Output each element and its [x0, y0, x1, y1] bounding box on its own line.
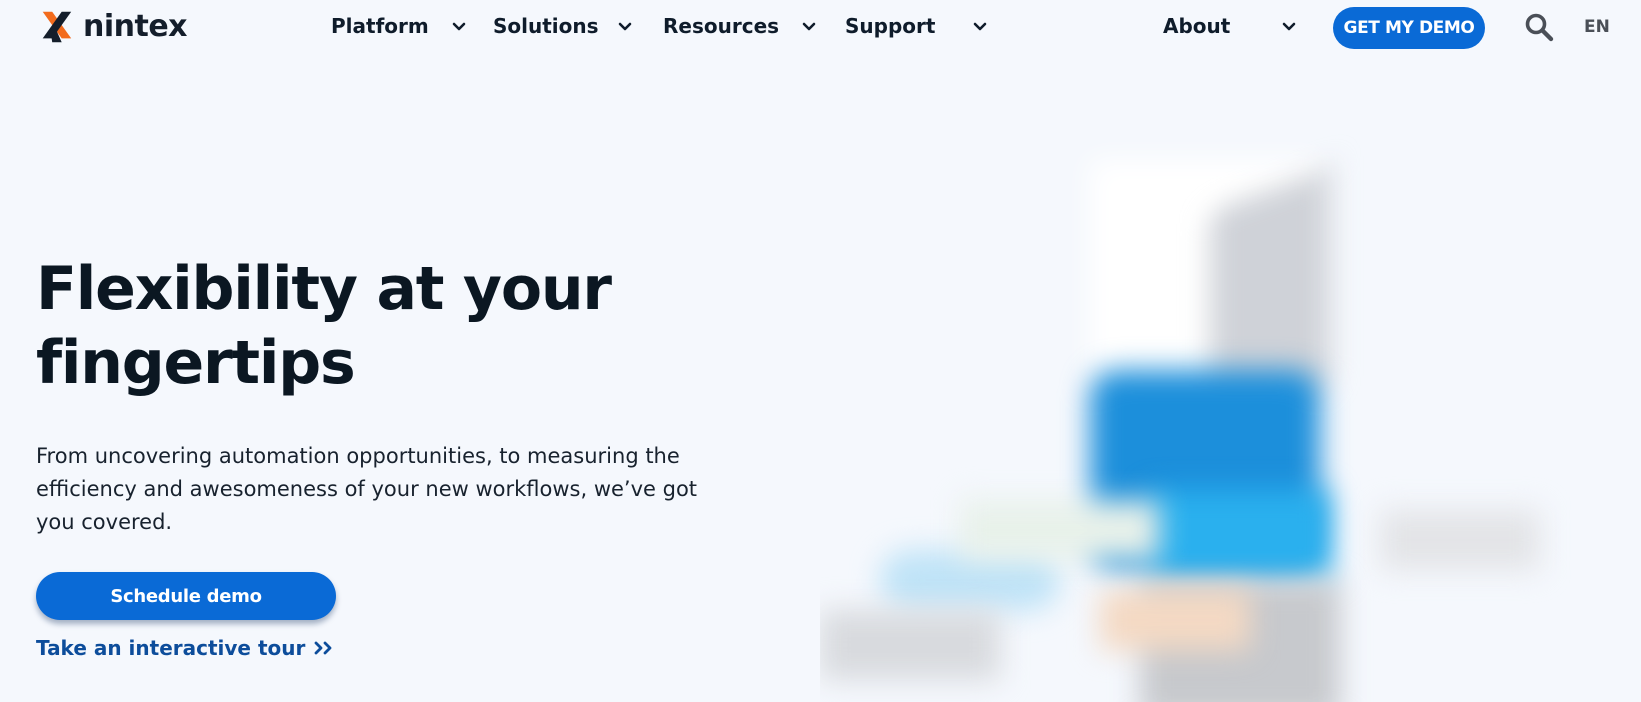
nav-label: Platform [331, 14, 429, 38]
nav-item-resources[interactable]: Resources [663, 14, 779, 38]
nav-item-support[interactable]: Support [845, 14, 935, 38]
hero-description: From uncovering automation opportunities… [36, 444, 698, 534]
nav-label: About [1163, 14, 1231, 38]
interactive-tour-link[interactable]: Take an interactive tour [36, 636, 335, 660]
search-icon[interactable] [1524, 12, 1554, 42]
illustration-grey-card [820, 610, 1000, 680]
language-selector[interactable]: EN [1584, 17, 1610, 37]
get-my-demo-button[interactable]: GET MY DEMO [1333, 7, 1485, 49]
nav-item-solutions[interactable]: Solutions [493, 14, 599, 38]
chevron-down-icon[interactable] [802, 22, 816, 32]
brand-name: nintex [83, 9, 188, 44]
illustration-cyan-glow [1150, 490, 1330, 580]
chevron-down-icon[interactable] [618, 22, 632, 32]
hero-illustration [820, 130, 1641, 702]
site-header: nintex Platform Solutions Resources Supp… [0, 0, 1641, 56]
nav-label: Resources [663, 14, 780, 38]
nintex-logo[interactable]: nintex [37, 8, 188, 46]
illustration-orange-card [1100, 590, 1250, 650]
tour-link-label: Take an interactive tour [36, 636, 306, 660]
chevron-down-icon[interactable] [973, 22, 987, 32]
nav-label: Solutions [493, 14, 599, 38]
illustration-green-card [960, 500, 1160, 560]
nav-label: Support [845, 14, 936, 38]
illustration-right-card [1380, 510, 1540, 570]
chevron-down-icon[interactable] [452, 22, 466, 32]
double-chevron-right-icon [314, 641, 332, 655]
nav-item-about[interactable]: About [1163, 14, 1230, 38]
chevron-down-icon[interactable] [1282, 22, 1296, 32]
schedule-demo-button[interactable]: Schedule demo [36, 572, 336, 620]
hero-title: Flexibility at your fingertips [36, 254, 612, 398]
nav-item-platform[interactable]: Platform [331, 14, 429, 38]
nintex-x-logo-icon [42, 11, 72, 43]
